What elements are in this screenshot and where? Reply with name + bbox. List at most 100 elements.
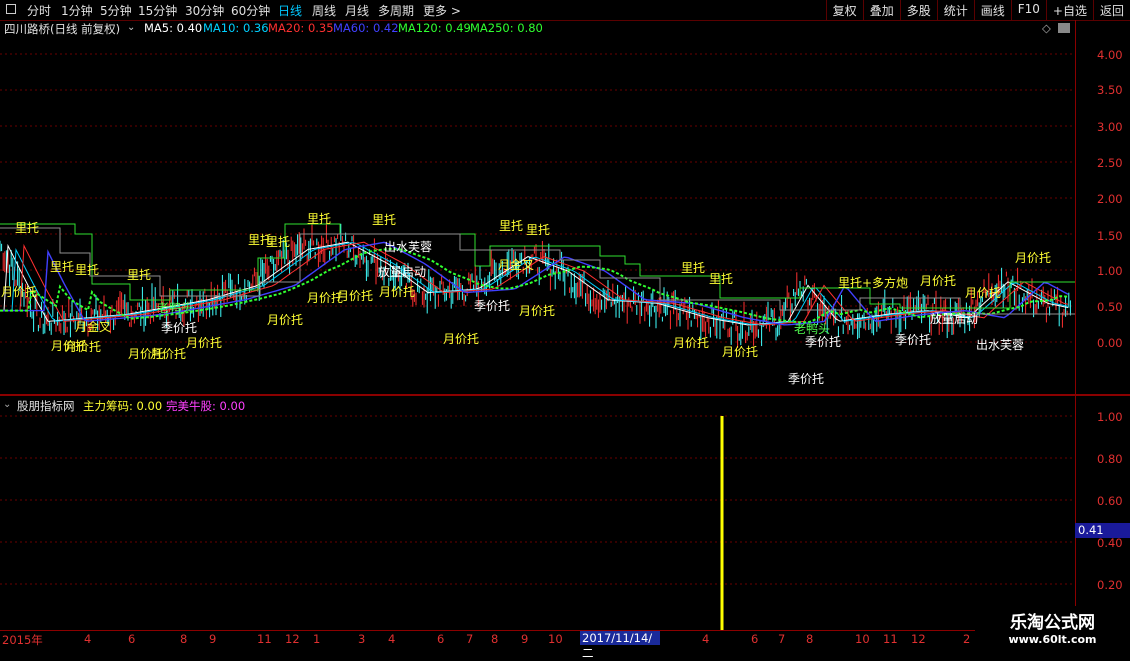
signal-label: 月价托 — [443, 332, 480, 346]
signal-label: 月价托 — [673, 336, 710, 350]
tab-more[interactable]: 更多 > — [423, 2, 461, 19]
period-toolbar: 分时 1分钟 5分钟 15分钟 30分钟 60分钟 日线 周线 月线 多周期 更… — [0, 0, 1130, 21]
tab-daily[interactable]: 日线 — [278, 2, 302, 19]
multi-stock-button[interactable]: 多股 — [899, 0, 937, 20]
x-tick-label: 7 — [778, 632, 786, 646]
ma20-label: MA20: 0.35 — [268, 21, 334, 35]
signal-label: 月价托 — [267, 313, 304, 327]
y-tick-label: 1.00 — [1097, 264, 1123, 278]
x-tick-label: 1 — [313, 632, 321, 646]
signal-label: 月价托 — [150, 347, 187, 361]
draw-line-button[interactable]: 画线 — [973, 0, 1011, 20]
ma10-label: MA10: 0.36 — [203, 21, 269, 35]
date-highlight: 2017/11/14/二 — [580, 631, 660, 660]
title-dropdown-icon[interactable]: ⌄ — [127, 22, 135, 33]
x-tick-label: 2015年 — [2, 633, 43, 647]
signal-label: 里托+多方炮 — [838, 276, 909, 290]
diamond-icon[interactable]: ◇ — [1042, 21, 1051, 35]
y-tick-label: 0.50 — [1097, 300, 1123, 314]
overlay-button[interactable]: 叠加 — [862, 0, 900, 20]
signal-label: 月价托 — [1, 285, 38, 299]
tab-multi-period[interactable]: 多周期 — [378, 2, 414, 19]
current-value-box: 0.41 — [1075, 523, 1130, 538]
y-tick-label: 3.50 — [1097, 83, 1123, 97]
x-tick-label: 8 — [491, 632, 499, 646]
watermark-title: 乐淘公式网 — [1010, 613, 1095, 633]
y-tick-label: 3.00 — [1097, 120, 1123, 134]
back-button[interactable]: 返回 — [1092, 0, 1130, 20]
x-tick-label: 12 — [911, 632, 926, 646]
signal-label: 月价托 — [722, 345, 759, 359]
tab-5min[interactable]: 5分钟 — [100, 2, 132, 19]
x-tick-label: 8 — [180, 632, 188, 646]
signal-label: 出水芙蓉 — [976, 338, 1025, 352]
sub-y-tick-label: 0.20 — [1097, 578, 1123, 592]
main-chart-infoline: 四川路桥(日线 前复权) ⌄ MA5: 0.40 MA10: 0.36 MA20… — [0, 20, 1075, 38]
signal-label: 月价托 — [186, 336, 223, 350]
x-tick-label: 4 — [388, 632, 396, 646]
x-tick-label: 4 — [84, 632, 92, 646]
fuquan-button[interactable]: 复权 — [825, 0, 863, 20]
signal-label: 里托 — [50, 260, 75, 274]
tab-60min[interactable]: 60分钟 — [231, 2, 270, 19]
ma250-label: MA250: 0.80 — [470, 21, 543, 35]
signal-label: 老鸭头 — [794, 322, 831, 336]
signal-label: 月价托 — [337, 289, 374, 303]
y-tick-label: 4.00 — [1097, 48, 1123, 62]
panel-toggle-icon[interactable] — [1058, 23, 1070, 33]
x-tick-label: 8 — [806, 632, 814, 646]
x-tick-label: 10 — [548, 632, 563, 646]
sub-y-tick-label: 0.40 — [1097, 536, 1123, 550]
menu-square-icon[interactable] — [6, 4, 16, 14]
signal-label: 月价托 — [519, 304, 556, 318]
signal-label: 里托 — [75, 263, 100, 277]
watermark-url: www.60lt.com — [1008, 633, 1097, 646]
tab-weekly[interactable]: 周线 — [312, 2, 336, 19]
x-tick-label: 7 — [466, 632, 474, 646]
stats-button[interactable]: 统计 — [936, 0, 974, 20]
f10-button[interactable]: F10 — [1010, 0, 1046, 20]
signal-label: 里托 — [15, 221, 40, 235]
x-tick-label: 9 — [209, 632, 217, 646]
stock-title: 四川路桥(日线 前复权) — [4, 22, 121, 36]
date-axis — [0, 630, 1130, 651]
tab-fenshi[interactable]: 分时 — [27, 2, 51, 19]
ma60-label: MA60: 0.42 — [333, 21, 399, 35]
tab-monthly[interactable]: 月线 — [345, 2, 369, 19]
signal-label: 老鸭头 — [157, 301, 194, 315]
signal-label: 放量启动 — [378, 265, 427, 279]
signal-label: 放量启动 — [930, 312, 979, 326]
ma120-label: MA120: 0.49 — [398, 21, 471, 35]
tab-30min[interactable]: 30分钟 — [185, 2, 224, 19]
y-tick-label: 1.50 — [1097, 229, 1123, 243]
y-tick-label: 2.00 — [1097, 192, 1123, 206]
sub-y-tick-label: 1.00 — [1097, 410, 1123, 424]
x-tick-label: 12 — [285, 632, 300, 646]
signal-label: 季价托 — [161, 321, 198, 335]
tab-1min[interactable]: 1分钟 — [61, 2, 93, 19]
ma5-label: MA5: 0.40 — [144, 21, 203, 35]
signal-label: 里托 — [372, 213, 397, 227]
signal-label: 月价托 — [379, 285, 416, 299]
signal-label: 里托 — [681, 261, 706, 275]
signal-label: 里托 — [266, 235, 291, 249]
indicator-plot — [0, 415, 1075, 630]
signal-label: 里托 — [526, 223, 551, 237]
y-tick-label: 0.00 — [1097, 336, 1123, 350]
x-tick-label: 11 — [257, 632, 272, 646]
x-tick-label: 9 — [521, 632, 529, 646]
add-watchlist-button[interactable]: +自选 — [1045, 0, 1093, 20]
y-tick-label: 2.50 — [1097, 156, 1123, 170]
tab-15min[interactable]: 15分钟 — [138, 2, 177, 19]
x-tick-label: 3 — [358, 632, 366, 646]
signal-label: 里托 — [499, 219, 524, 233]
signal-label: 出水芙蓉 — [384, 240, 433, 254]
signal-label: 月价托 — [65, 340, 102, 354]
signal-label: 里托 — [127, 268, 152, 282]
x-tick-label: 6 — [128, 632, 136, 646]
x-tick-label: 6 — [437, 632, 445, 646]
sub-y-tick-label: 0.60 — [1097, 494, 1123, 508]
signal-label: 里托 — [709, 272, 734, 286]
x-tick-label: 4 — [702, 632, 710, 646]
indicator-subchart[interactable] — [0, 396, 1075, 630]
